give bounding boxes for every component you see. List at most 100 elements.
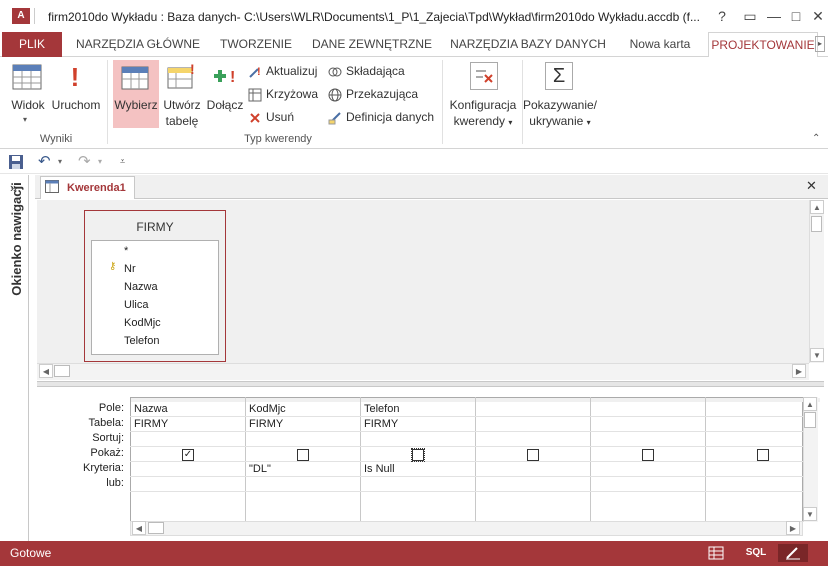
grid-scroll-down-icon[interactable]: ▼ <box>803 507 817 521</box>
grid-cell-sort[interactable] <box>479 433 586 446</box>
grid-column-selector[interactable] <box>361 398 475 402</box>
grid-cell-criteria[interactable]: "DL" <box>249 463 356 476</box>
grid-cell-criteria[interactable] <box>709 463 816 476</box>
run-button[interactable]: Uruchom <box>50 97 102 113</box>
delete-query-button[interactable]: Usuń <box>248 110 294 125</box>
query-setup-button[interactable]: Konfiguracja <box>444 97 522 113</box>
datasheet-view-status-icon[interactable] <box>706 544 726 562</box>
help-button[interactable]: ? <box>712 6 732 26</box>
update-button[interactable]: ! Aktualizuj <box>248 64 317 79</box>
pane-splitter[interactable] <box>37 381 824 387</box>
show-hide-button-line2[interactable]: ukrywanie ▾ <box>520 113 600 131</box>
grid-cell-table[interactable] <box>594 418 701 431</box>
grid-cell-or[interactable] <box>709 478 816 491</box>
grid-column-selector[interactable] <box>246 398 360 402</box>
redo-dropdown-icon[interactable]: ▾ <box>98 157 102 166</box>
query-setup-button-line2[interactable]: kwerendy ▾ <box>444 113 522 131</box>
crosstab-button[interactable]: Krzyżowa <box>248 87 318 102</box>
tab-home[interactable]: NARZĘDZIA GŁÓWNE <box>72 32 204 57</box>
tab-database-tools[interactable]: NARZĘDZIA BAZY DANYCH <box>447 32 609 57</box>
grid-scroll-up-icon[interactable]: ▲ <box>803 397 817 411</box>
grid-cell-table[interactable] <box>479 418 586 431</box>
field-item[interactable]: Nr <box>124 263 136 275</box>
grid-cell-field[interactable]: KodMjc <box>249 403 356 416</box>
grid-horizontal-scrollbar[interactable] <box>130 521 803 536</box>
scroll-thumb-h[interactable] <box>54 365 70 377</box>
show-checkbox[interactable] <box>642 449 654 461</box>
tab-design[interactable]: PROJEKTOWANIE <box>708 32 818 58</box>
grid-cell-sort[interactable] <box>364 433 471 446</box>
show-hide-button[interactable]: Pokazywanie/ <box>520 97 600 113</box>
tab-new[interactable]: Nowa karta <box>622 32 698 57</box>
grid-cell-field[interactable] <box>594 403 701 416</box>
ribbon-display-options-button[interactable]: ▭ <box>740 6 760 26</box>
redo-icon[interactable]: ↷ <box>78 152 91 170</box>
undo-dropdown-icon[interactable]: ▾ <box>58 157 62 166</box>
grid-scroll-right-icon[interactable]: ▶ <box>786 521 800 535</box>
tab-create[interactable]: TWORZENIE <box>215 32 297 57</box>
minimize-button[interactable]: — <box>764 6 784 26</box>
grid-cell-table[interactable] <box>709 418 816 431</box>
sql-view-button[interactable]: SQL <box>744 544 768 562</box>
field-item[interactable]: Telefon <box>124 335 159 347</box>
grid-cell-criteria[interactable] <box>134 463 241 476</box>
grid-scroll-thumb-h[interactable] <box>148 522 164 534</box>
pass-through-button[interactable]: Przekazująca <box>328 87 418 102</box>
grid-cell-sort[interactable] <box>709 433 816 446</box>
make-table-button-line2[interactable]: tabelę <box>160 113 204 129</box>
grid-cell-field[interactable] <box>709 403 816 416</box>
show-checkbox[interactable] <box>411 448 425 462</box>
grid-scroll-thumb[interactable] <box>804 412 816 428</box>
undo-icon[interactable]: ↶ <box>38 152 51 170</box>
grid-cell-table[interactable]: FIRMY <box>364 418 471 431</box>
navigation-pane-label[interactable]: Okienko nawigacji <box>9 159 27 319</box>
grid-cell-sort[interactable] <box>594 433 701 446</box>
union-button[interactable]: Składająca <box>328 64 405 79</box>
grid-cell-table[interactable]: FIRMY <box>249 418 356 431</box>
access-app-icon[interactable]: A <box>12 8 30 24</box>
grid-cell-criteria[interactable] <box>594 463 701 476</box>
field-item[interactable]: Ulica <box>124 299 148 311</box>
grid-cell-criteria[interactable] <box>479 463 586 476</box>
grid-column-selector[interactable] <box>131 398 245 402</box>
show-checkbox[interactable] <box>297 449 309 461</box>
grid-scroll-left-icon[interactable]: ◀ <box>132 521 146 535</box>
grid-cell-field[interactable]: Telefon <box>364 403 471 416</box>
field-item[interactable]: * <box>124 245 128 257</box>
show-checkbox[interactable]: ✓ <box>182 449 194 461</box>
scroll-down-icon[interactable]: ▼ <box>810 348 824 362</box>
grid-cell-sort[interactable] <box>249 433 356 446</box>
grid-column-selector[interactable] <box>591 398 705 402</box>
tab-external-data[interactable]: DANE ZEWNĘTRZNE <box>308 32 436 57</box>
close-button[interactable]: ✕ <box>808 6 828 26</box>
grid-cell-or[interactable] <box>479 478 586 491</box>
scroll-up-icon[interactable]: ▲ <box>810 200 824 214</box>
data-definition-button[interactable]: Definicja danych <box>328 110 434 125</box>
grid-cell-or[interactable] <box>249 478 356 491</box>
tab-scroll-right-icon[interactable]: ▸ <box>815 36 825 52</box>
design-view-status-icon[interactable] <box>778 544 808 562</box>
table-title[interactable]: FIRMY <box>84 220 226 234</box>
grid-cell-sort[interactable] <box>134 433 241 446</box>
close-document-button[interactable]: ✕ <box>806 178 817 194</box>
view-button[interactable]: Widok <box>6 97 50 113</box>
scroll-thumb[interactable] <box>811 216 822 232</box>
field-item[interactable]: Nazwa <box>124 281 158 293</box>
grid-cell-or[interactable] <box>594 478 701 491</box>
view-dropdown-icon[interactable]: ▾ <box>23 115 27 124</box>
collapse-ribbon-icon[interactable]: ⌃ <box>812 133 820 144</box>
grid-cell-table[interactable]: FIRMY <box>134 418 241 431</box>
show-checkbox[interactable] <box>757 449 769 461</box>
grid-cell-or[interactable] <box>134 478 241 491</box>
grid-cell-or[interactable] <box>364 478 471 491</box>
grid-column-selector[interactable] <box>476 398 590 402</box>
scroll-left-icon[interactable]: ◀ <box>39 364 53 378</box>
make-table-button[interactable]: Utwórz <box>160 97 204 113</box>
scroll-right-icon[interactable]: ▶ <box>792 364 806 378</box>
show-checkbox[interactable] <box>527 449 539 461</box>
tab-file[interactable]: PLIK <box>2 32 62 57</box>
grid-cell-field[interactable] <box>479 403 586 416</box>
design-horizontal-scrollbar[interactable] <box>37 363 809 380</box>
grid-cell-criteria[interactable]: Is Null <box>364 463 471 476</box>
field-item[interactable]: KodMjc <box>124 317 161 329</box>
